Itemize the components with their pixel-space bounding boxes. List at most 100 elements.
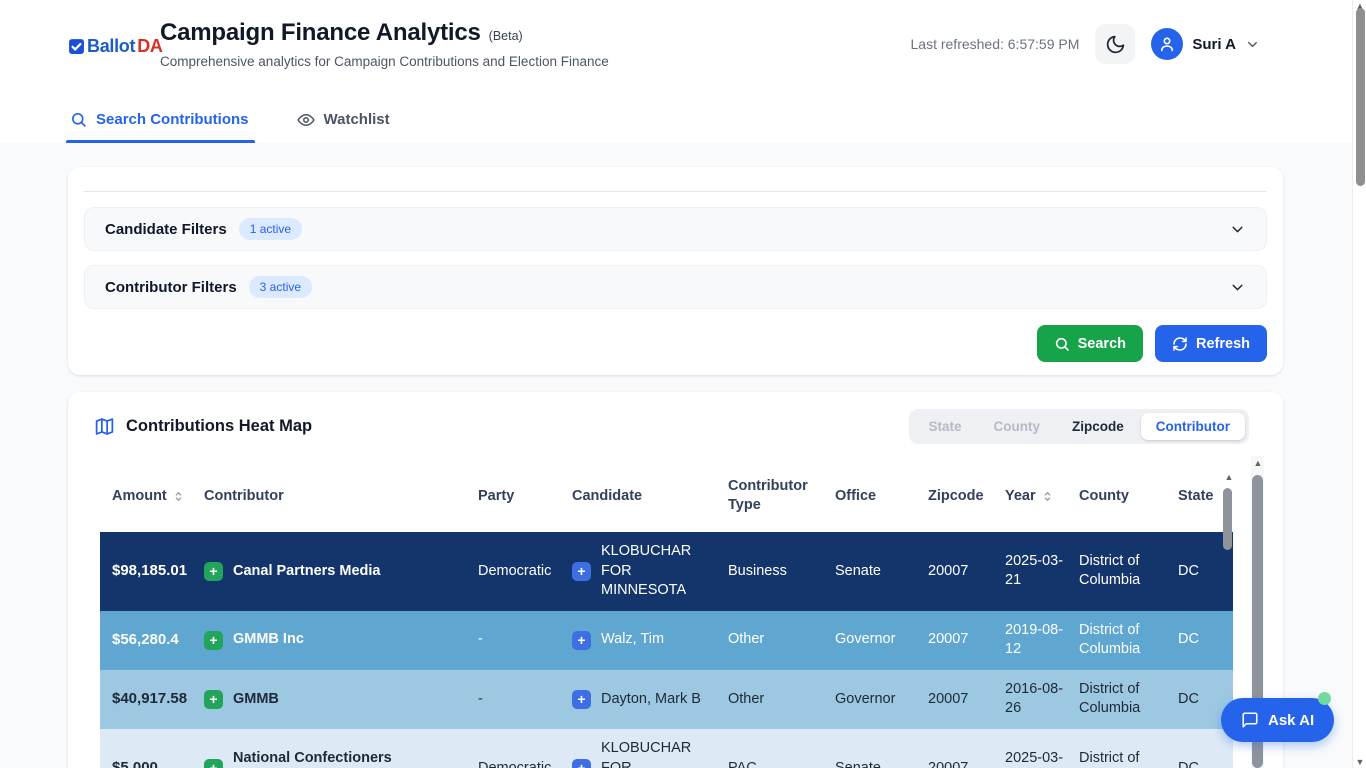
mode-option-zipcode[interactable]: Zipcode bbox=[1057, 413, 1139, 440]
column-header-county: County bbox=[1079, 460, 1178, 532]
county-cell: District of Columbia bbox=[1079, 611, 1178, 670]
contributor-cell: + National Confectioners Association of t… bbox=[204, 729, 478, 768]
year-cell: 2025-03-21 bbox=[1005, 729, 1079, 768]
candidate-name: Dayton, Mark B bbox=[601, 690, 701, 710]
contributor-name: National Confectioners Association of th… bbox=[233, 749, 464, 768]
chevron-down-icon bbox=[1229, 279, 1246, 296]
app-window: Ballot DA Campaign Finance Analytics (Be… bbox=[0, 0, 1366, 768]
heatmap-title-row: Contributions Heat Map bbox=[94, 416, 312, 437]
refresh-button-label: Refresh bbox=[1196, 336, 1250, 352]
moon-icon bbox=[1105, 34, 1126, 55]
heatmap-card: Contributions Heat Map StateCountyZipcod… bbox=[68, 392, 1283, 768]
office-cell: Senate bbox=[835, 729, 928, 768]
add-candidate-button[interactable]: + bbox=[572, 690, 591, 709]
avatar bbox=[1151, 28, 1183, 60]
mode-option-contributor[interactable]: Contributor bbox=[1141, 413, 1245, 440]
ask-ai-label: Ask AI bbox=[1268, 712, 1314, 729]
online-status-dot bbox=[1318, 692, 1331, 705]
user-name: Suri A bbox=[1192, 36, 1236, 53]
tab-watchlist[interactable]: Watchlist bbox=[295, 96, 392, 143]
user-icon bbox=[1158, 35, 1176, 53]
column-header-candidate: Candidate bbox=[572, 460, 728, 532]
refresh-button[interactable]: Refresh bbox=[1155, 325, 1267, 362]
table-body: $98,185.01+Canal Partners MediaDemocrati… bbox=[100, 532, 1233, 768]
contributor-cell: +Canal Partners Media bbox=[204, 532, 478, 611]
header-right-cluster: Last refreshed: 6:57:59 PM Suri A bbox=[911, 24, 1261, 64]
search-button[interactable]: Search bbox=[1037, 325, 1143, 362]
active-filter-badge: 1 active bbox=[239, 218, 302, 240]
user-menu[interactable]: Suri A bbox=[1151, 28, 1260, 60]
filter-label: Candidate Filters bbox=[105, 221, 227, 238]
filters-card: Candidate Filters 1 active Contributor Fil… bbox=[68, 167, 1283, 375]
candidate-cell: + Walz, Tim bbox=[572, 611, 728, 670]
candidate-name: Walz, Tim bbox=[601, 630, 664, 650]
add-contributor-button[interactable]: + bbox=[204, 631, 223, 650]
candidate-cell: + KLOBUCHAR FOR MINNESOTA bbox=[572, 532, 728, 611]
party-cell: Democratic bbox=[478, 532, 572, 611]
chevron-down-icon bbox=[1245, 37, 1260, 52]
search-button-label: Search bbox=[1078, 336, 1126, 352]
filter-accordion-candidate[interactable]: Candidate Filters 1 active bbox=[84, 207, 1267, 251]
table-scrollbar[interactable]: ▲ bbox=[1222, 472, 1232, 632]
column-header-contributor-type: Contributor Type bbox=[728, 460, 835, 532]
divider bbox=[84, 191, 1267, 192]
main-tabs: Search Contributions Watchlist bbox=[68, 96, 392, 143]
heatmap-title: Contributions Heat Map bbox=[126, 417, 312, 436]
add-candidate-button[interactable]: + bbox=[572, 562, 591, 581]
column-header-party: Party bbox=[478, 460, 572, 532]
candidate-name: KLOBUCHAR FOR MINNESOTA bbox=[601, 739, 714, 768]
county-cell: District of Columbia bbox=[1079, 729, 1178, 768]
add-candidate-button[interactable]: + bbox=[572, 631, 591, 650]
ask-ai-button[interactable]: Ask AI bbox=[1221, 698, 1334, 742]
ballotda-logo: Ballot DA bbox=[68, 36, 163, 57]
column-header-amount[interactable]: Amount bbox=[100, 460, 204, 532]
filter-label: Contributor Filters bbox=[105, 279, 237, 296]
contributor-cell: +GMMB Inc bbox=[204, 611, 478, 670]
tab-search-contributions[interactable]: Search Contributions bbox=[68, 96, 251, 143]
ballot-check-icon bbox=[68, 38, 85, 55]
add-contributor-button[interactable]: + bbox=[204, 759, 223, 768]
contributor-type-cell: PAC bbox=[728, 729, 835, 768]
active-filter-badge: 3 active bbox=[249, 276, 312, 298]
party-cell: Democratic bbox=[478, 729, 572, 768]
page-title: Campaign Finance Analytics bbox=[160, 19, 481, 47]
map-icon bbox=[94, 416, 115, 437]
add-candidate-button[interactable]: + bbox=[572, 759, 591, 768]
column-header-office: Office bbox=[835, 460, 928, 532]
candidate-name: KLOBUCHAR FOR MINNESOTA bbox=[601, 542, 714, 601]
chevron-down-icon bbox=[1229, 221, 1246, 238]
eye-icon bbox=[297, 111, 315, 129]
zipcode-cell: 20007 bbox=[928, 729, 1005, 768]
contributor-type-cell: Business bbox=[728, 532, 835, 611]
mode-option-state: State bbox=[913, 413, 976, 440]
amount-cell: $40,917.58 bbox=[100, 670, 204, 729]
contributor-type-cell: Other bbox=[728, 670, 835, 729]
amount-cell: $56,280.4 bbox=[100, 611, 204, 670]
title-block: Campaign Finance Analytics (Beta) Compre… bbox=[160, 19, 609, 69]
county-cell: District of Columbia bbox=[1079, 670, 1178, 729]
add-contributor-button[interactable]: + bbox=[204, 562, 223, 581]
year-cell: 2025-03-21 bbox=[1005, 532, 1079, 611]
mode-option-county: County bbox=[979, 413, 1056, 440]
contributor-name: GMMB bbox=[233, 690, 279, 710]
office-cell: Governor bbox=[835, 611, 928, 670]
candidate-cell: + KLOBUCHAR FOR MINNESOTA bbox=[572, 729, 728, 768]
zipcode-cell: 20007 bbox=[928, 670, 1005, 729]
beta-tag: (Beta) bbox=[489, 29, 523, 43]
logo-text-ballot: Ballot bbox=[87, 36, 135, 57]
sort-icon bbox=[172, 490, 185, 503]
search-icon bbox=[1054, 336, 1070, 352]
last-refreshed-text: Last refreshed: 6:57:59 PM bbox=[911, 36, 1080, 52]
contributions-table: AmountContributorPartyCandidateContribut… bbox=[100, 460, 1233, 768]
table-row: $98,185.01+Canal Partners MediaDemocrati… bbox=[100, 532, 1233, 611]
filter-accordion-contributor[interactable]: Contributor Filters 3 active bbox=[84, 265, 1267, 309]
party-cell: - bbox=[478, 611, 572, 670]
page-scrollbar[interactable]: ▲ ▼ bbox=[1352, 0, 1366, 768]
add-contributor-button[interactable]: + bbox=[204, 690, 223, 709]
refresh-icon bbox=[1172, 336, 1188, 352]
office-cell: Governor bbox=[835, 670, 928, 729]
app-header: Ballot DA Campaign Finance Analytics (Be… bbox=[0, 0, 1352, 143]
county-cell: District of Columbia bbox=[1079, 532, 1178, 611]
column-header-year[interactable]: Year bbox=[1005, 460, 1079, 532]
dark-mode-toggle-button[interactable] bbox=[1095, 24, 1135, 64]
